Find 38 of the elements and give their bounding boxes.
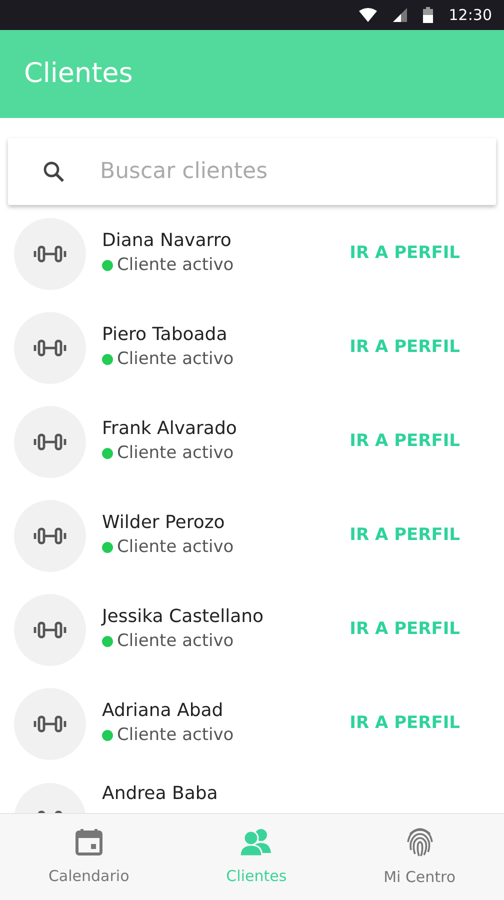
- client-status: Cliente activo: [117, 348, 234, 370]
- client-name: Adriana Abad: [102, 700, 224, 722]
- profile-link[interactable]: IR A PERFIL: [350, 519, 460, 553]
- profile-link[interactable]: IR A PERFIL: [350, 331, 460, 365]
- dumbbell-icon: [33, 527, 67, 545]
- dumbbell-icon: [33, 433, 67, 451]
- profile-link[interactable]: IR A PERFIL: [350, 425, 460, 459]
- search-icon: [42, 160, 66, 184]
- wifi-icon: [358, 8, 377, 22]
- nav-tab[interactable]: Calendario: [0, 814, 178, 900]
- app-title: Clientes: [24, 56, 133, 91]
- fingerprint-icon: [404, 826, 435, 858]
- client-name: Frank Alvarado: [102, 418, 238, 440]
- client-status: Cliente activo: [117, 254, 234, 276]
- client-name: Andrea Baba: [102, 783, 219, 806]
- profile-link[interactable]: IR A PERFIL: [350, 707, 460, 741]
- client-name: Wilder Perozo: [102, 512, 226, 534]
- people-icon: [239, 826, 274, 857]
- client-status: Cliente activo: [117, 724, 234, 746]
- battery-icon: [422, 7, 433, 23]
- client-name: Jessika Castellano: [102, 606, 265, 628]
- clock: 12:30: [448, 4, 492, 26]
- nav-tab[interactable]: Mi Centro: [335, 814, 504, 900]
- client-status: Cliente activo: [117, 442, 234, 464]
- client-status: Cliente activo: [117, 536, 234, 558]
- dumbbell-icon: [33, 245, 67, 263]
- calendar-icon: [74, 826, 104, 857]
- profile-link[interactable]: IR A PERFIL: [350, 237, 460, 271]
- search-field[interactable]: Buscar clientes: [8, 138, 496, 205]
- dumbbell-icon: [33, 621, 67, 639]
- client-status: Cliente activo: [117, 630, 234, 652]
- dumbbell-icon: [33, 339, 67, 357]
- dumbbell-icon: [33, 715, 67, 733]
- signal-icon: [392, 8, 407, 22]
- nav-tab[interactable]: Clientes: [178, 814, 336, 900]
- profile-link[interactable]: IR A PERFIL: [350, 613, 460, 647]
- client-name: Piero Taboada: [102, 324, 228, 346]
- client-name: Diana Navarro: [102, 230, 232, 252]
